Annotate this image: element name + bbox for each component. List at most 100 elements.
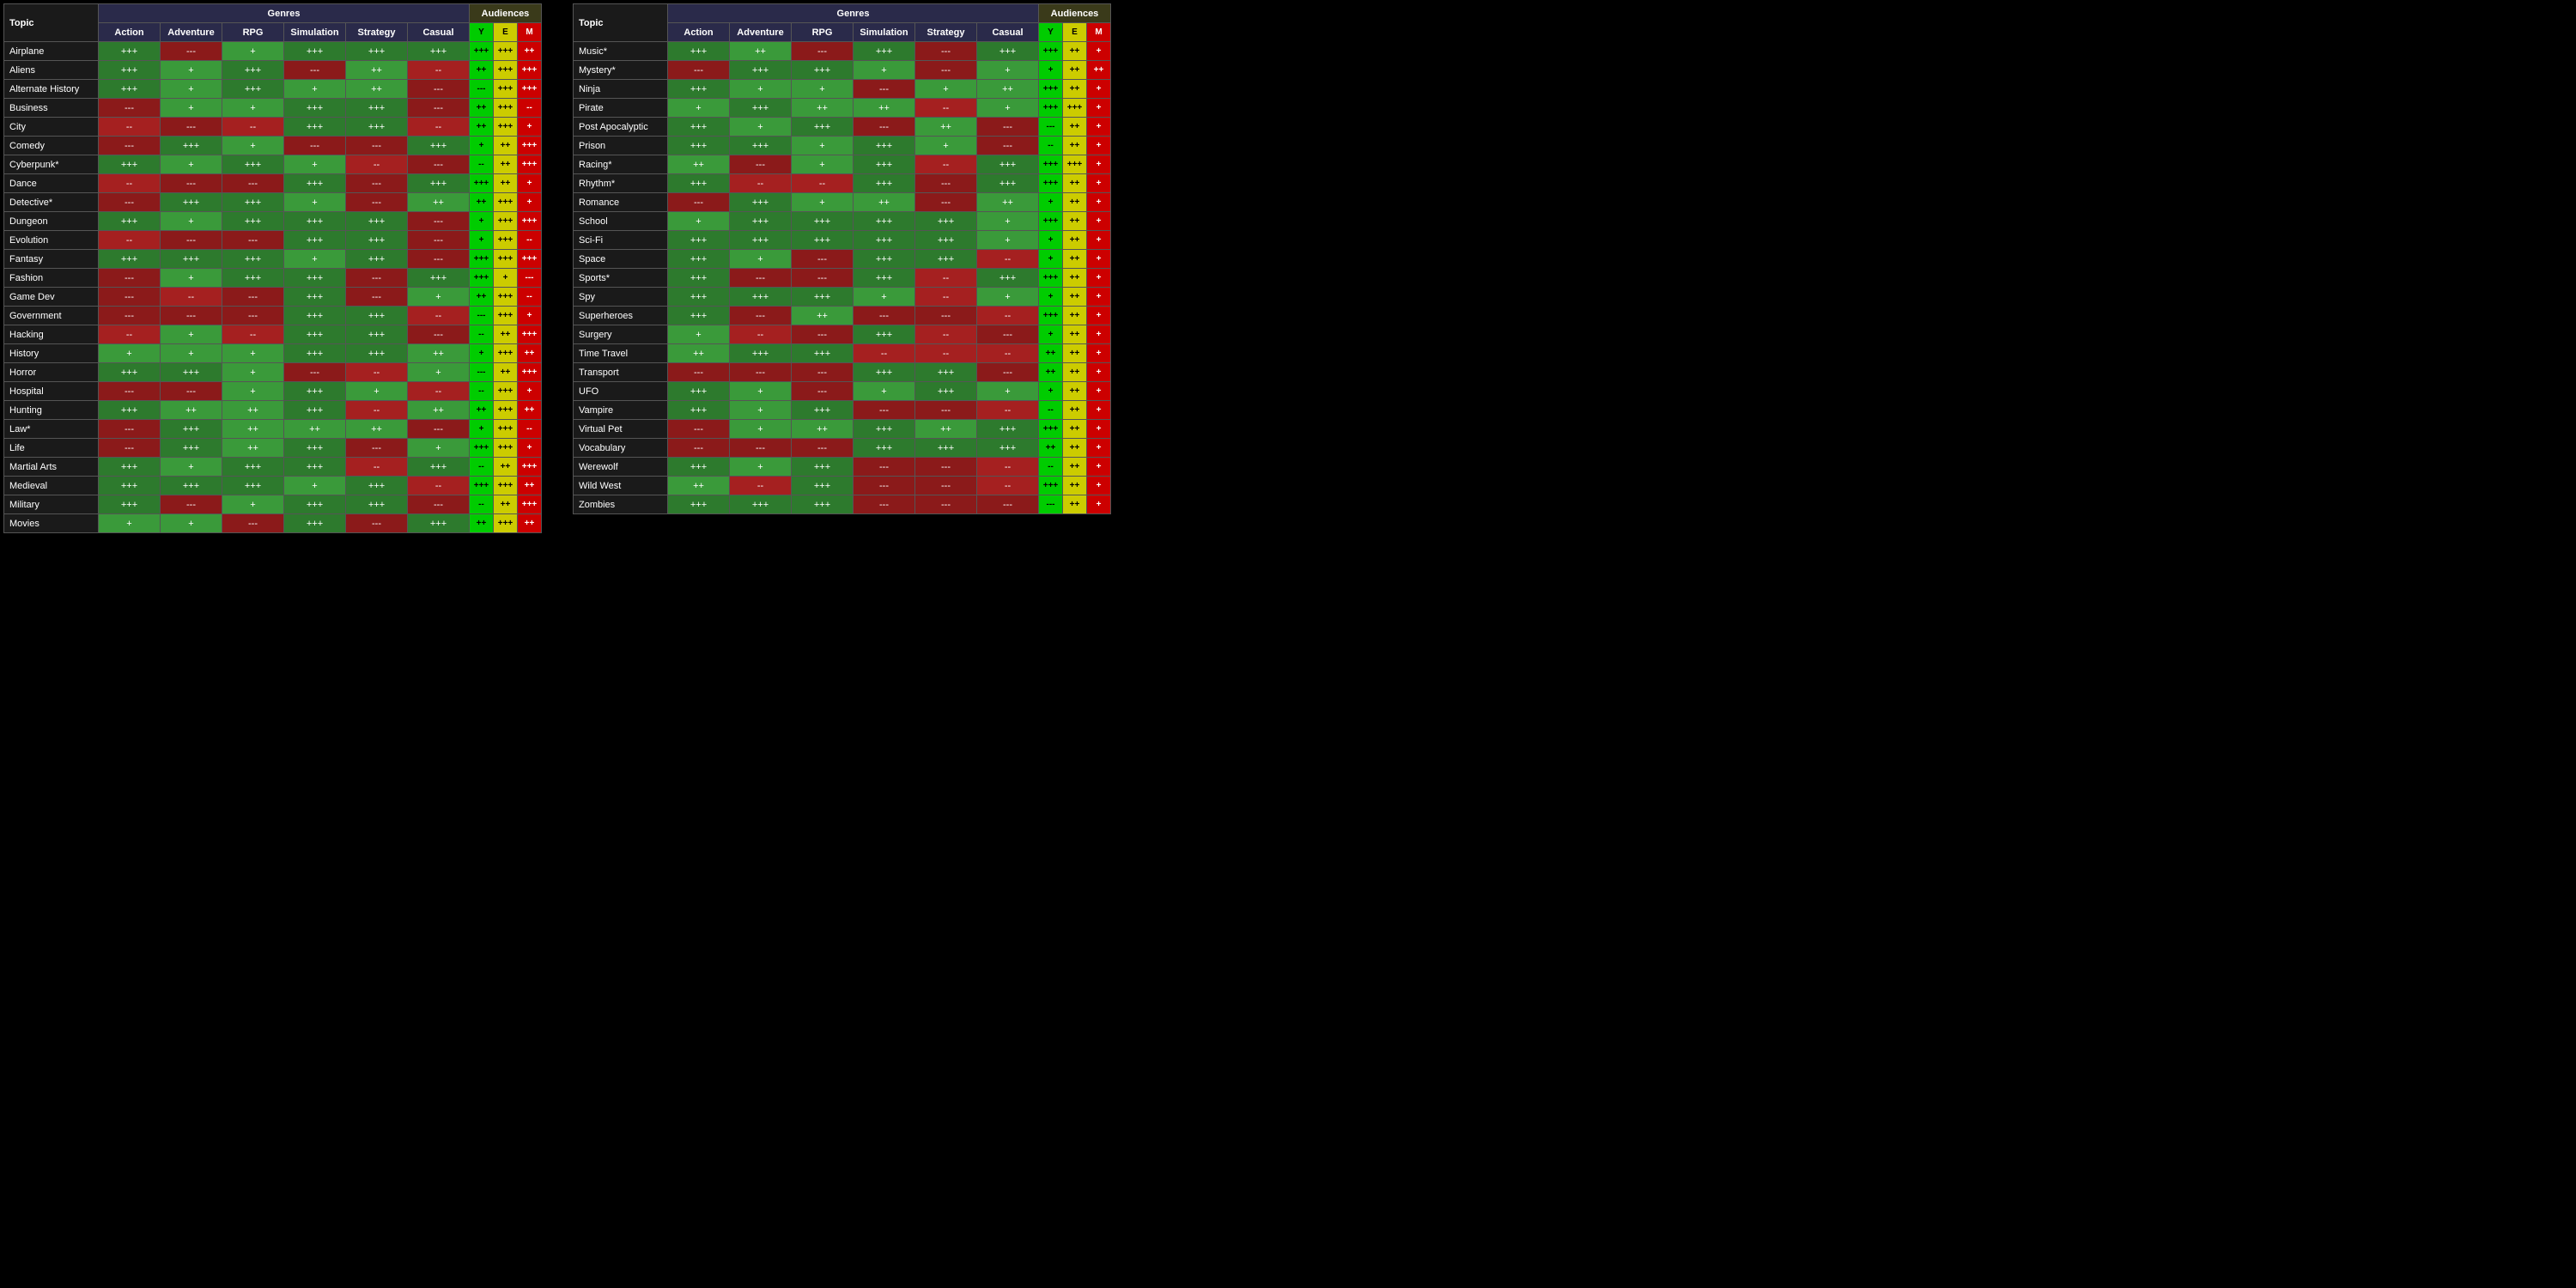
genre-cell: +++ bbox=[854, 212, 915, 231]
right-table-container: TopicGenresAudiencesActionAdventureRPGSi… bbox=[573, 3, 1111, 533]
topic-cell: Dance bbox=[4, 174, 99, 193]
genre-cell: --- bbox=[408, 495, 470, 514]
genre-cell: +++ bbox=[222, 250, 284, 269]
genre-cell: --- bbox=[99, 269, 161, 288]
genre-cell: --- bbox=[915, 42, 977, 61]
audience-cell-e: +++ bbox=[494, 439, 518, 458]
genre-cell: --- bbox=[854, 477, 915, 495]
genre-cell: + bbox=[977, 231, 1039, 250]
audience-cell-y: + bbox=[470, 420, 494, 439]
audience-cell-y: ++ bbox=[470, 61, 494, 80]
topic-cell: Government bbox=[4, 307, 99, 325]
genre-cell: --- bbox=[854, 80, 915, 99]
genre-cell: +++ bbox=[730, 99, 792, 118]
topic-cell: UFO bbox=[574, 382, 668, 401]
audience-cell-e: +++ bbox=[494, 477, 518, 495]
genre-cell: --- bbox=[854, 401, 915, 420]
audience-cell-y: -- bbox=[1039, 137, 1063, 155]
genre-cell: +++ bbox=[915, 212, 977, 231]
genre-cell: -- bbox=[977, 344, 1039, 363]
genre-cell: -- bbox=[977, 458, 1039, 477]
audience-cell-m: + bbox=[1087, 288, 1111, 307]
genre-cell: +++ bbox=[99, 363, 161, 382]
genre-cell: + bbox=[346, 382, 408, 401]
genre-cell: --- bbox=[222, 174, 284, 193]
audience-cell-y: ++ bbox=[470, 99, 494, 118]
genre-cell: ++ bbox=[346, 80, 408, 99]
audience-cell-m: + bbox=[1087, 212, 1111, 231]
topic-cell: Racing* bbox=[574, 155, 668, 174]
genre-cell: +++ bbox=[284, 439, 346, 458]
genre-cell: -- bbox=[408, 477, 470, 495]
genre-cell: -- bbox=[792, 174, 854, 193]
genre-cell: + bbox=[730, 250, 792, 269]
table-row: Dungeon+++++++++++++---+++++++ bbox=[4, 212, 542, 231]
genre-cell: ++ bbox=[730, 42, 792, 61]
audience-cell-e: ++ bbox=[494, 495, 518, 514]
audience-cell-y: +++ bbox=[1039, 80, 1063, 99]
genre-cell: -- bbox=[977, 307, 1039, 325]
genre-cell: -- bbox=[915, 344, 977, 363]
genre-cell: -- bbox=[99, 231, 161, 250]
audience-cell-m: + bbox=[1087, 193, 1111, 212]
topic-cell: Transport bbox=[574, 363, 668, 382]
topic-header: Topic bbox=[574, 4, 668, 42]
genre-cell: +++ bbox=[99, 495, 161, 514]
audience-cell-y: +++ bbox=[1039, 420, 1063, 439]
genre-cell: + bbox=[161, 269, 222, 288]
genre-cell: +++ bbox=[915, 439, 977, 458]
audience-cell-m: + bbox=[518, 118, 542, 137]
genre-cell: -- bbox=[408, 307, 470, 325]
genre-cell: +++ bbox=[346, 250, 408, 269]
genre-cell: +++ bbox=[730, 344, 792, 363]
genre-cell: +++ bbox=[854, 137, 915, 155]
genre-col-action: Action bbox=[668, 23, 730, 42]
genre-cell: -- bbox=[161, 288, 222, 307]
topic-cell: Pirate bbox=[574, 99, 668, 118]
genre-cell: --- bbox=[668, 363, 730, 382]
genre-cell: +++ bbox=[668, 307, 730, 325]
audience-cell-e: ++ bbox=[1063, 439, 1087, 458]
genre-cell: +++ bbox=[668, 288, 730, 307]
genre-cell: +++ bbox=[284, 99, 346, 118]
genre-cell: +++ bbox=[915, 382, 977, 401]
left-table-container: TopicGenresAudiencesActionAdventureRPGSi… bbox=[3, 3, 542, 533]
genre-cell: +++ bbox=[99, 42, 161, 61]
topic-cell: Martial Arts bbox=[4, 458, 99, 477]
audience-cell-y: --- bbox=[1039, 495, 1063, 514]
audience-col-y: Y bbox=[1039, 23, 1063, 42]
genre-cell: ++ bbox=[346, 61, 408, 80]
genre-cell: +++ bbox=[284, 495, 346, 514]
genre-cell: -- bbox=[915, 288, 977, 307]
genre-cell: +++ bbox=[854, 325, 915, 344]
audience-cell-e: ++ bbox=[1063, 61, 1087, 80]
genre-cell: +++ bbox=[99, 401, 161, 420]
genre-cell: +++ bbox=[346, 212, 408, 231]
audience-cell-m: --- bbox=[518, 269, 542, 288]
genre-cell: +++ bbox=[222, 269, 284, 288]
topic-cell: Zombies bbox=[574, 495, 668, 514]
genre-col-rpg: RPG bbox=[792, 23, 854, 42]
genre-col-action: Action bbox=[99, 23, 161, 42]
topic-cell: Hospital bbox=[4, 382, 99, 401]
genre-cell: --- bbox=[408, 231, 470, 250]
audience-cell-y: + bbox=[470, 212, 494, 231]
genre-cell: + bbox=[408, 288, 470, 307]
genre-cell: + bbox=[854, 61, 915, 80]
audience-cell-e: ++ bbox=[1063, 495, 1087, 514]
topic-cell: Hacking bbox=[4, 325, 99, 344]
audience-col-m: M bbox=[1087, 23, 1111, 42]
genre-cell: -- bbox=[346, 155, 408, 174]
genre-cell: + bbox=[161, 325, 222, 344]
genre-cell: -- bbox=[99, 174, 161, 193]
audience-cell-m: + bbox=[1087, 307, 1111, 325]
genre-cell: + bbox=[854, 382, 915, 401]
audience-cell-y: ++ bbox=[470, 118, 494, 137]
genre-cell: --- bbox=[977, 495, 1039, 514]
genre-cell: +++ bbox=[730, 495, 792, 514]
genre-cell: -- bbox=[408, 61, 470, 80]
genre-cell: ++ bbox=[792, 307, 854, 325]
audience-cell-m: + bbox=[518, 307, 542, 325]
genre-cell: --- bbox=[161, 42, 222, 61]
table-row: Ninja+++++---+++++++++ bbox=[574, 80, 1111, 99]
